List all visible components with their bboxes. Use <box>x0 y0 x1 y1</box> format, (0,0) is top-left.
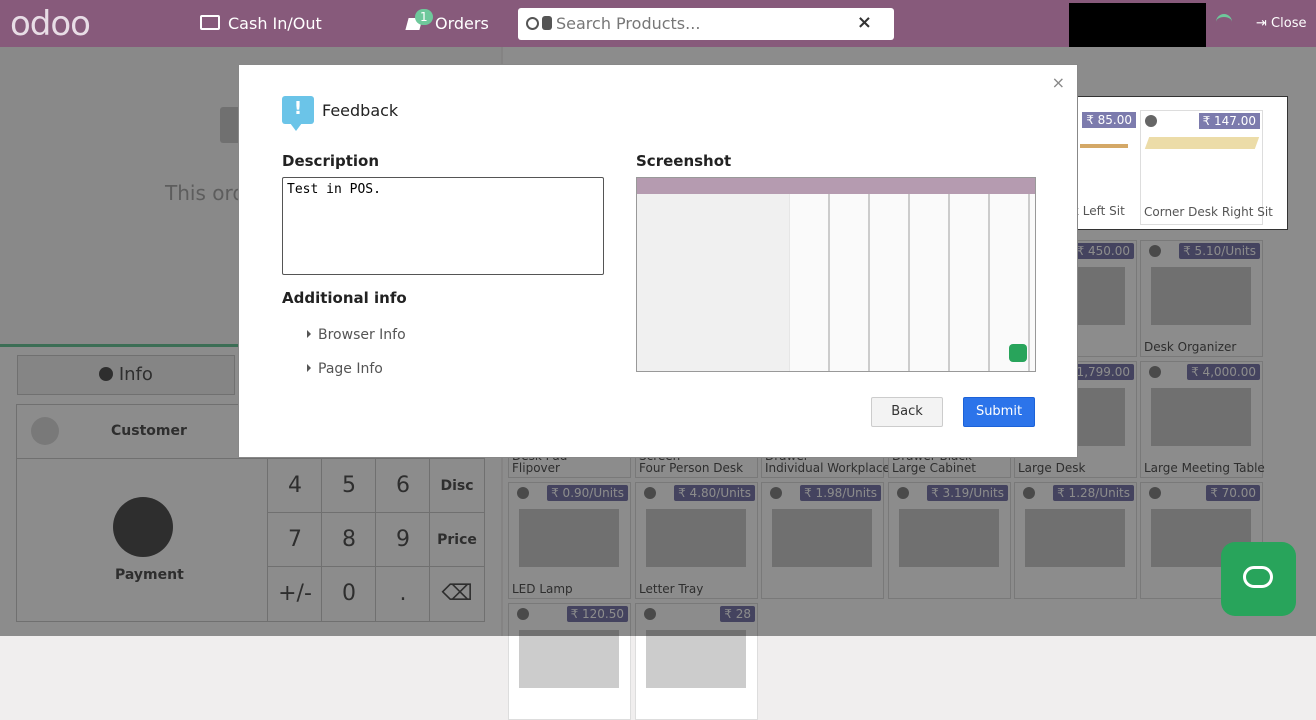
chat-icon <box>1243 566 1273 588</box>
cash-in-out-label: Cash In/Out <box>228 14 322 33</box>
description-textarea[interactable]: Test in POS. <box>282 177 604 275</box>
search-icon <box>526 17 539 30</box>
orders-count-badge: 1 <box>415 9 433 25</box>
product-price: ₹ 85.00 <box>1082 112 1136 128</box>
clear-search-icon[interactable]: × <box>857 12 872 33</box>
product-name: Corner Desk Right Sit <box>1144 205 1273 219</box>
wifi-icon <box>1216 14 1232 33</box>
close-session-button[interactable]: ⇥ Close <box>1256 0 1306 47</box>
close-icon[interactable]: × <box>1052 73 1065 92</box>
back-button[interactable]: Back <box>871 397 943 427</box>
barcode-icon <box>542 16 552 30</box>
live-chat-button[interactable] <box>1221 542 1296 616</box>
screenshot-preview[interactable] <box>636 177 1036 372</box>
product-price: ₹ 147.00 <box>1198 113 1260 129</box>
browser-info-label: Browser Info <box>318 327 406 343</box>
pos-header: odoo Cash In/Out Orders 1 Search Product… <box>0 0 1316 50</box>
orders-label: Orders <box>435 14 489 33</box>
feedback-icon-tail <box>290 123 302 131</box>
submit-button[interactable]: Submit <box>963 397 1035 427</box>
dialog-title: Feedback <box>322 101 399 120</box>
caret-right-icon <box>307 364 311 372</box>
feedback-icon: ! <box>282 96 314 124</box>
highlighted-products: ₹ 85.00 k Left Sit ₹ 147.00 Corner Desk … <box>1076 96 1288 230</box>
product-image <box>519 630 619 688</box>
search-products-input[interactable]: Search Products... × <box>518 8 894 40</box>
preview-product-grid <box>790 194 1035 371</box>
preview-left-pane <box>637 194 789 371</box>
browser-info-toggle[interactable]: Browser Info <box>307 327 406 343</box>
page-info-toggle[interactable]: Page Info <box>307 361 383 377</box>
product-image <box>646 630 746 688</box>
additional-info-label: Additional info <box>282 289 407 307</box>
description-label: Description <box>282 152 380 170</box>
product-card[interactable]: ₹ 85.00 k Left Sit <box>1076 110 1138 223</box>
cash-icon <box>200 15 220 30</box>
table-leg-icon <box>1080 144 1128 148</box>
search-placeholder: Search Products... <box>556 14 701 33</box>
preview-header <box>637 178 1035 194</box>
product-name: k Left Sit <box>1076 204 1125 218</box>
close-label: Close <box>1271 16 1307 31</box>
desk-image <box>1144 137 1260 149</box>
product-card[interactable]: ₹ 147.00 Corner Desk Right Sit <box>1140 110 1273 225</box>
screenshot-label: Screenshot <box>636 152 732 170</box>
sign-out-icon: ⇥ <box>1256 16 1267 31</box>
odoo-logo: odoo <box>10 4 91 44</box>
cash-in-out-button[interactable]: Cash In/Out <box>200 0 322 47</box>
redacted-area <box>1069 3 1206 50</box>
preview-chat-button <box>1009 344 1027 362</box>
info-icon[interactable] <box>1145 115 1157 127</box>
page-info-label: Page Info <box>318 361 383 377</box>
feedback-dialog: × ! Feedback Description Test in POS. Ad… <box>238 64 1078 458</box>
caret-right-icon <box>307 330 311 338</box>
